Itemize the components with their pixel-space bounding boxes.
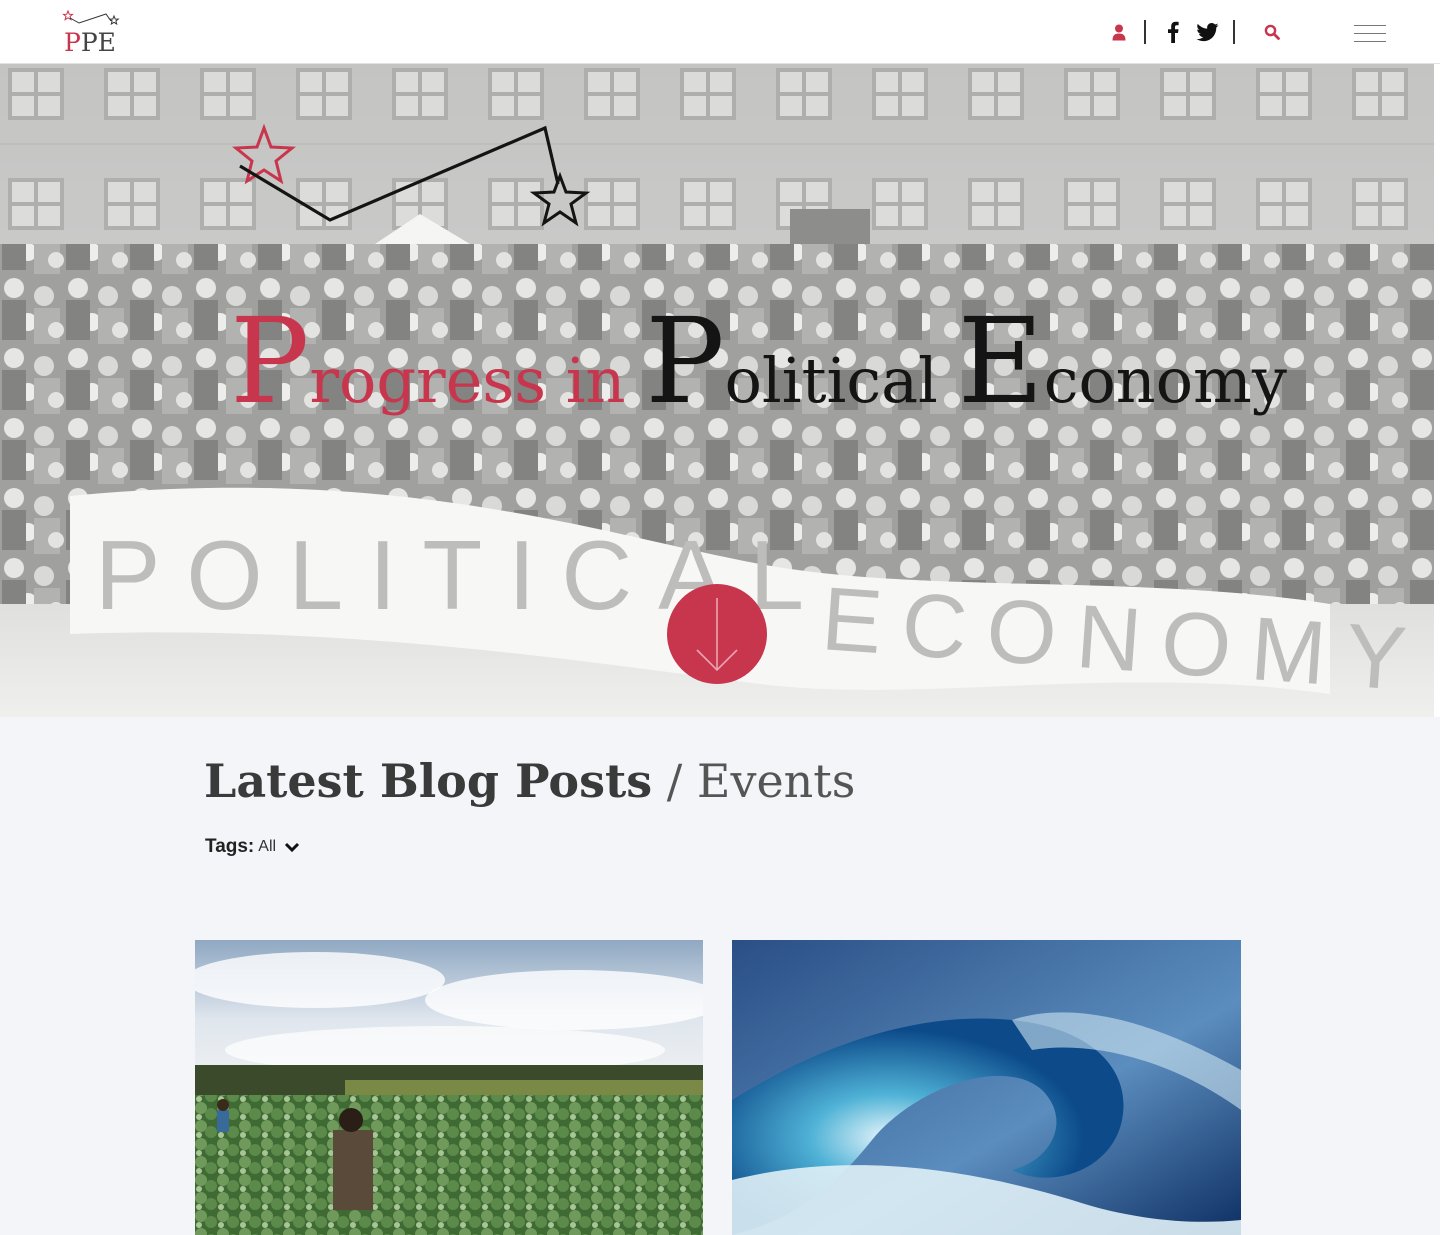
post-image-farm-field [195, 940, 703, 1235]
header-divider [1233, 20, 1235, 44]
facebook-icon[interactable] [1164, 20, 1182, 44]
hero-title: Progress in Political Economy [230, 292, 1287, 430]
site-logo[interactable]: PPE [62, 9, 124, 57]
title-separator: / [652, 754, 697, 808]
scroll-down-button[interactable] [667, 584, 767, 684]
tags-label: Tags: [205, 836, 255, 857]
section-title: Latest Blog Posts / Events [204, 756, 855, 806]
user-icon[interactable] [1110, 20, 1128, 44]
tags-selected-value: All [258, 838, 277, 855]
menu-icon[interactable] [1354, 24, 1386, 44]
logo-text: PPE [64, 28, 116, 57]
hero-banner: POLITICAL ECONOMY Progress in Political … [0, 64, 1440, 717]
latest-blog-posts-heading[interactable]: Latest Blog Posts [204, 754, 652, 808]
search-icon[interactable] [1262, 20, 1282, 44]
arrow-down-icon [696, 598, 738, 672]
twitter-icon[interactable] [1194, 20, 1220, 44]
post-image-ocean-wave [732, 940, 1241, 1235]
blog-post-card[interactable] [195, 940, 703, 1235]
header-divider [1144, 20, 1146, 44]
chevron-down-icon [284, 842, 300, 852]
blog-post-card[interactable] [732, 940, 1241, 1235]
site-header: PPE [0, 0, 1440, 64]
events-link[interactable]: Events [697, 754, 856, 808]
tags-filter-dropdown[interactable]: Tags: All [205, 836, 300, 858]
